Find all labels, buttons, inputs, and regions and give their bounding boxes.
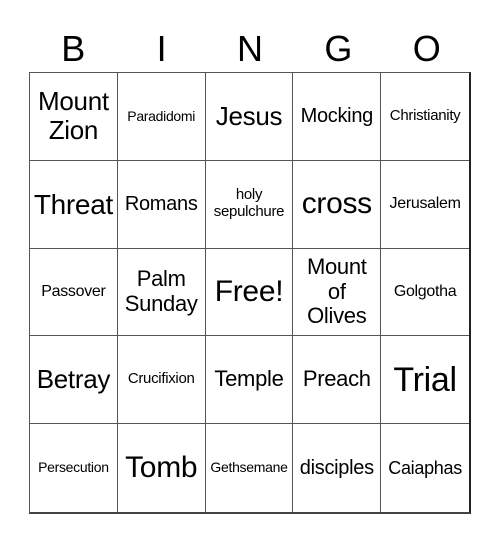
bingo-cell[interactable]: disciples bbox=[293, 424, 382, 512]
bingo-cell[interactable]: Mount of Olives bbox=[293, 248, 382, 337]
bingo-cell[interactable]: Jesus bbox=[205, 73, 294, 161]
bingo-cell[interactable]: Mocking bbox=[293, 73, 382, 161]
bingo-cell[interactable]: Threat bbox=[30, 160, 118, 249]
header-letter-g: G bbox=[324, 28, 353, 69]
bingo-cell[interactable]: Golgotha bbox=[381, 249, 469, 337]
bingo-cell[interactable]: holy sepulchure bbox=[205, 160, 294, 249]
bingo-cell[interactable]: Christianity bbox=[381, 73, 469, 161]
bingo-cell[interactable]: Jerusalem bbox=[381, 161, 469, 249]
bingo-cell[interactable]: Betray bbox=[30, 336, 118, 425]
bingo-cell[interactable]: Gethsemane bbox=[206, 424, 294, 512]
bingo-cell[interactable]: Crucifixion bbox=[117, 336, 206, 425]
bingo-cell[interactable]: Trial bbox=[381, 336, 469, 425]
bingo-cell[interactable]: Persecution bbox=[30, 424, 118, 512]
bingo-cell[interactable]: Romans bbox=[117, 160, 206, 249]
bingo-cell[interactable]: Paradidomi bbox=[117, 73, 206, 161]
bingo-cell[interactable]: Preach bbox=[293, 336, 382, 425]
bingo-cell[interactable]: Passover bbox=[30, 248, 118, 337]
bingo-cell[interactable]: Mount Zion bbox=[30, 73, 118, 161]
header-letter-b: B bbox=[61, 28, 86, 69]
free-space[interactable]: Free! bbox=[205, 248, 294, 337]
bingo-grid: Mount Zion Paradidomi Jesus Mocking Chri… bbox=[29, 72, 471, 514]
bingo-cell[interactable]: Caiaphas bbox=[381, 424, 469, 512]
bingo-cell[interactable]: Temple bbox=[205, 336, 294, 425]
bingo-cell[interactable]: Tomb bbox=[118, 424, 206, 512]
header-letter-i: I bbox=[156, 28, 167, 69]
header-letter-o: O bbox=[412, 28, 441, 69]
bingo-header: B I N G O bbox=[29, 26, 471, 72]
bingo-cell[interactable]: cross bbox=[293, 160, 382, 249]
bingo-cell[interactable]: Palm Sunday bbox=[117, 248, 206, 337]
header-letter-n: N bbox=[236, 28, 263, 69]
